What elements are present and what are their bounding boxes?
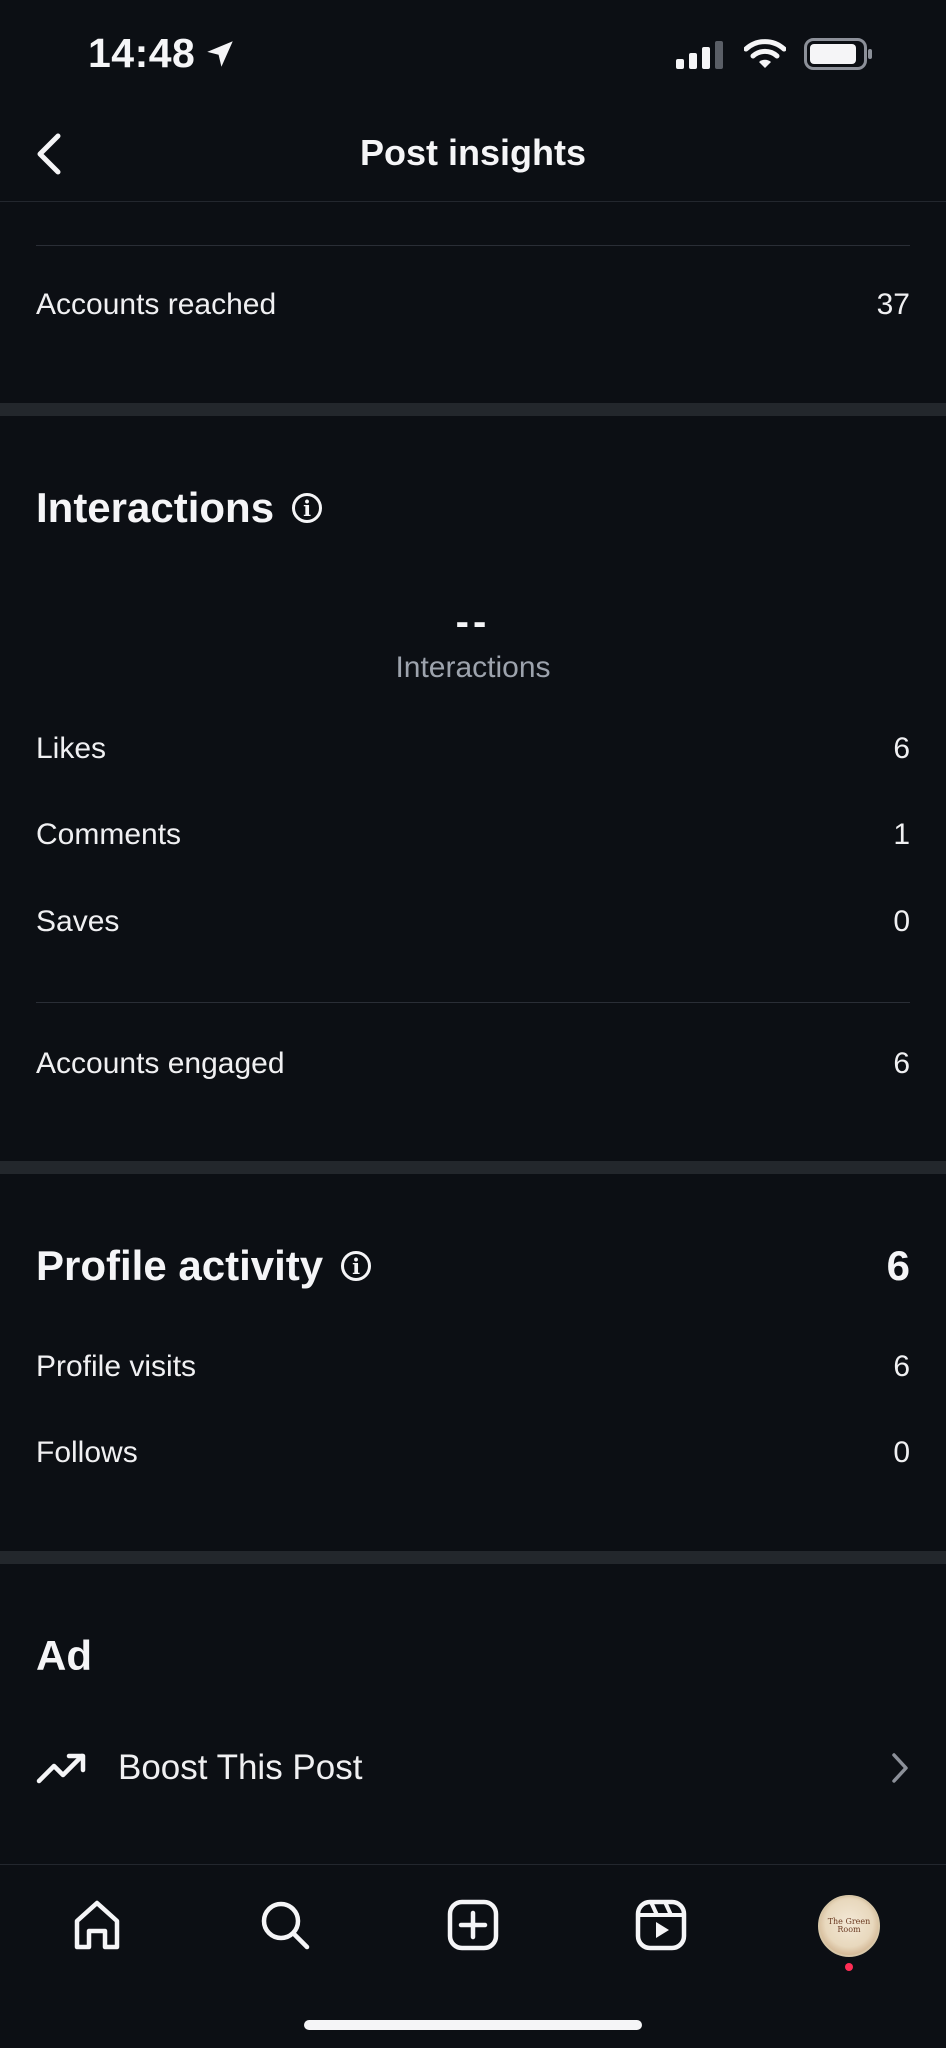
likes-value: 6 [893,732,910,765]
tab-reels[interactable] [626,1890,696,1960]
interactions-heading: Interactions i [36,484,323,532]
search-icon [261,1901,310,1950]
status-time: 14:48 [88,30,237,77]
saves-row: Saves 0 [36,905,910,939]
boost-post-label: Boost This Post [118,1748,363,1787]
cellular-signal-icon [676,41,723,69]
tab-search[interactable] [250,1890,320,1960]
home-icon [74,1900,120,1950]
saves-value: 0 [893,905,910,938]
interactions-total: -- Interactions [0,600,946,685]
profile-activity-total: 6 [886,1242,910,1289]
comments-label: Comments [36,818,182,851]
boost-post-button[interactable]: Boost This Post [36,1740,910,1796]
section-separator [0,403,946,416]
section-separator [0,1551,946,1564]
likes-row: Likes 6 [36,732,910,766]
avatar-text: The Green Room [827,1917,871,1934]
chevron-right-icon [892,1753,908,1783]
wifi-icon [744,39,786,68]
accounts-reached-value: 37 [876,288,910,321]
notification-dot [845,1963,853,1971]
section-separator [0,1161,946,1174]
likes-label: Likes [36,732,107,765]
tab-home[interactable] [62,1890,132,1960]
accounts-engaged-label: Accounts engaged [36,1047,285,1080]
accounts-reached-row: Accounts reached 37 [36,288,910,322]
tab-create[interactable] [438,1890,508,1960]
divider [36,1002,910,1003]
interactions-total-value: -- [455,600,491,644]
trending-up-icon [36,1753,86,1784]
status-indicators [676,38,874,70]
divider [36,245,910,246]
battery-icon [804,38,872,70]
profile-activity-heading: Profile activity i [36,1242,372,1290]
profile-visits-value: 6 [893,1350,910,1383]
profile-visits-label: Profile visits [36,1350,197,1383]
info-icon[interactable]: i [341,1251,372,1281]
tab-profile[interactable]: The Green Room [814,1890,884,1976]
profile-avatar: The Green Room [818,1895,880,1957]
location-arrow-icon [207,40,234,67]
create-icon [447,1899,499,1951]
profile-visits-row: Profile visits 6 [36,1350,910,1384]
boost-post-left: Boost This Post [36,1748,362,1788]
saves-label: Saves [36,905,120,938]
accounts-reached-label: Accounts reached [36,288,277,321]
accounts-engaged-value: 6 [893,1047,910,1080]
reels-icon [635,1899,687,1951]
profile-activity-title: Profile activity [36,1242,324,1289]
accounts-engaged-row: Accounts engaged 6 [36,1047,910,1081]
info-icon[interactable]: i [292,493,323,523]
header-divider [0,201,946,202]
interactions-total-label: Interactions [395,651,551,684]
tabbar-divider [0,1864,946,1865]
comments-row: Comments 1 [36,818,910,852]
home-indicator [304,2020,642,2030]
follows-row: Follows 0 [36,1436,910,1470]
interactions-title: Interactions [36,484,275,531]
ad-heading: Ad [36,1632,92,1680]
ad-title: Ad [36,1632,92,1679]
follows-value: 0 [893,1436,910,1469]
page-title: Post insights [359,132,587,173]
follows-label: Follows [36,1436,138,1469]
status-time-text: 14:48 [88,30,196,76]
comments-value: 1 [893,818,910,851]
